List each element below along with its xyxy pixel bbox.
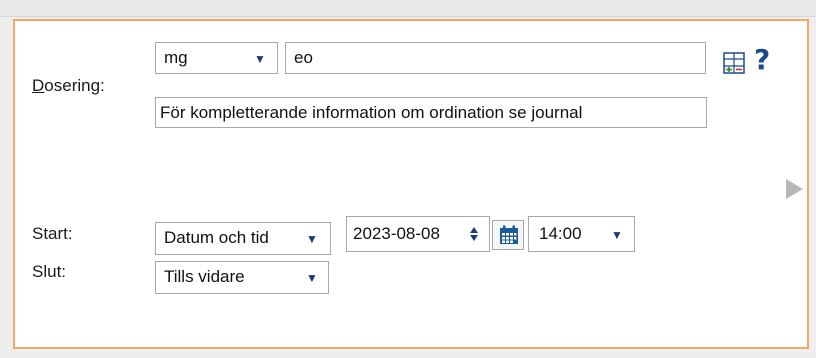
chevron-down-icon: ▼ (306, 271, 318, 285)
start-mode-value: Datum och tid (164, 228, 269, 247)
start-date-value: 2023-08-08 (353, 224, 440, 243)
spin-down-icon[interactable] (470, 235, 478, 241)
unit-select[interactable]: mg ▼ (155, 42, 278, 74)
chevron-down-icon: ▼ (611, 228, 623, 242)
start-time-select[interactable]: 14:00 ▼ (528, 216, 635, 252)
spin-up-icon[interactable] (470, 227, 478, 233)
calendar-icon (500, 225, 518, 244)
end-label: Slut: (32, 262, 67, 281)
top-toolbar-strip (0, 0, 816, 17)
unit-select-value: mg (164, 48, 188, 67)
dosage-panel: Dosering: mg ▼ eo ? För kompletterande i… (13, 19, 809, 349)
table-icon[interactable] (723, 52, 745, 74)
chevron-down-icon: ▼ (254, 52, 266, 66)
calendar-button[interactable] (492, 220, 524, 250)
date-spinner[interactable] (469, 227, 479, 241)
end-mode-value: Tills vidare (164, 267, 245, 286)
dosage-label: Dosering: (32, 76, 105, 95)
dosage-info-field[interactable]: För kompletterande information om ordina… (155, 97, 707, 128)
start-time-value: 14:00 (539, 224, 582, 243)
end-mode-select[interactable]: Tills vidare ▼ (155, 261, 329, 294)
help-icon[interactable]: ? (754, 43, 770, 76)
start-mode-select[interactable]: Datum och tid ▼ (155, 222, 331, 255)
dosage-info-text: För kompletterande information om ordina… (160, 103, 583, 122)
dose-amount-input[interactable]: eo (285, 42, 706, 74)
dose-amount-value: eo (294, 48, 313, 67)
chevron-down-icon: ▼ (306, 232, 318, 246)
start-label: Start: (32, 224, 73, 243)
start-date-input[interactable]: 2023-08-08 (346, 216, 490, 252)
play-arrow-icon[interactable] (786, 179, 803, 199)
